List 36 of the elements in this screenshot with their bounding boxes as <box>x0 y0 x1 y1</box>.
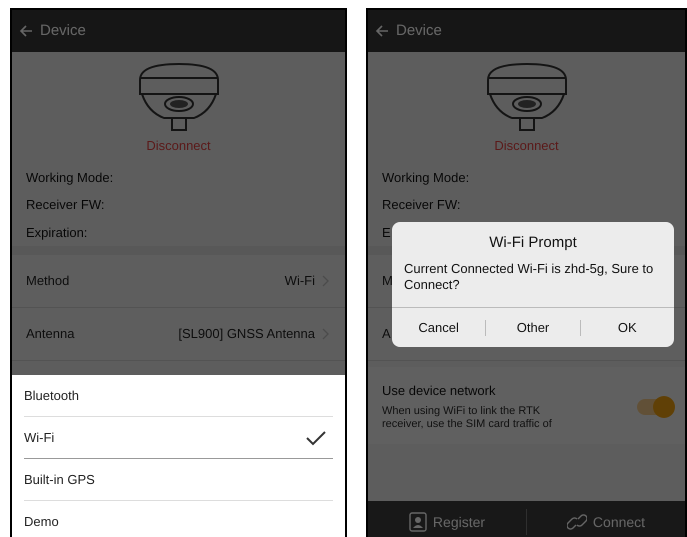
option-label: Wi-Fi <box>24 428 54 447</box>
back-arrow-icon[interactable] <box>18 23 34 39</box>
method-option[interactable]: Built-in GPS <box>24 459 333 501</box>
setting-label: Antenna <box>26 325 74 344</box>
option-label: Bluetooth <box>24 386 79 405</box>
setting-value: Wi-Fi <box>284 272 315 290</box>
info-label: Working Mode: <box>382 168 470 187</box>
dialog-button[interactable]: Other <box>486 316 580 338</box>
screen-title: Device <box>40 20 86 41</box>
network-description: When using WiFi to link the RTK receiver, use the SIM card traffic of <box>382 404 553 432</box>
setting-value: [SL900] GNSS Antenna <box>178 325 315 344</box>
info-label: Receiver FW: <box>26 196 104 214</box>
network-title: Use device network <box>382 382 496 400</box>
setting-label: Method <box>26 272 70 290</box>
back-arrow-icon[interactable] <box>374 23 390 39</box>
screen-title: Device <box>396 20 442 41</box>
dialog-title: Wi-Fi Prompt <box>488 233 578 253</box>
method-option[interactable]: Bluetooth <box>24 375 333 417</box>
option-label: Built-in GPS <box>24 470 95 489</box>
info-label: Expiration: <box>26 224 88 242</box>
connection-status: Disconnect <box>146 137 211 155</box>
info-label: E <box>382 224 391 242</box>
dialog-button[interactable]: OK <box>580 316 674 338</box>
link-icon <box>566 512 587 532</box>
dialog-message: Current Connected Wi-Fi is zhd-5g, Sure to Connect? <box>403 260 654 294</box>
check-icon <box>305 428 327 446</box>
method-option[interactable]: Demo <box>24 501 333 537</box>
info-label: Receiver FW: <box>382 196 460 214</box>
dialog-button[interactable]: Cancel <box>392 316 486 338</box>
person-icon <box>408 512 427 532</box>
option-label: Demo <box>24 512 59 531</box>
method-option[interactable]: Wi-Fi <box>24 417 333 459</box>
connection-status: Disconnect <box>494 137 559 155</box>
info-label: Working Mode: <box>26 168 114 187</box>
setting-label: A <box>382 325 391 344</box>
setting-label: M <box>382 272 393 290</box>
